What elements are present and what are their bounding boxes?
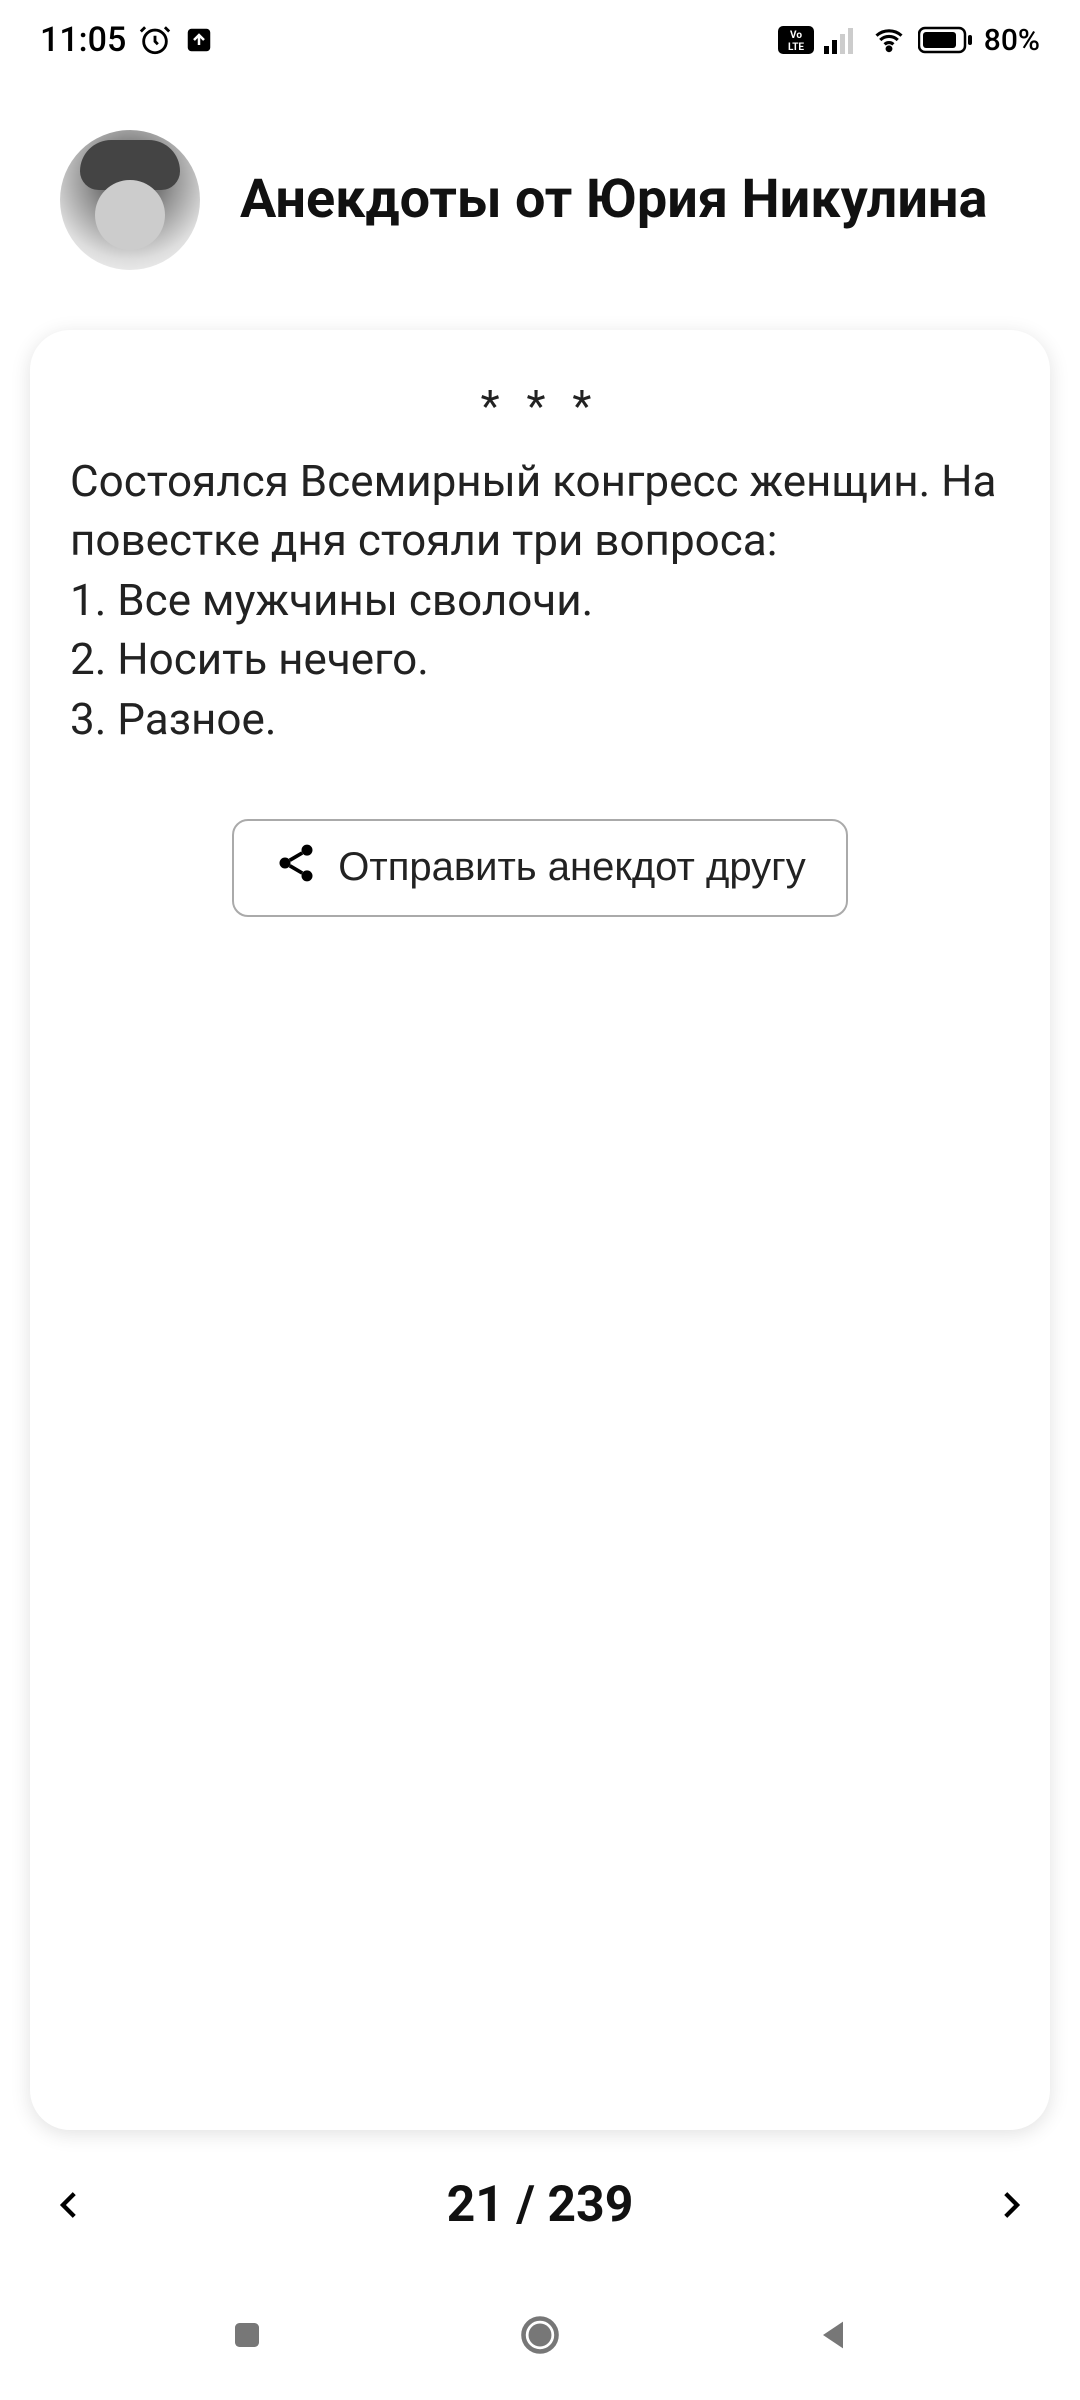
battery-icon [918, 25, 974, 55]
nav-recent-button[interactable] [217, 2305, 277, 2365]
app-header: Анекдоты от Юрия Никулина [0, 80, 1080, 310]
joke-card[interactable]: * * * Состоялся Всемирный конгресс женщи… [30, 330, 1050, 2130]
alarm-icon [138, 23, 172, 57]
signal-icon [824, 26, 860, 54]
joke-text: Состоялся Всемирный конгресс женщин. На … [70, 452, 1010, 749]
nav-back-button[interactable] [803, 2305, 863, 2365]
pager-prev-button[interactable] [40, 2175, 100, 2235]
battery-percentage: 80% [984, 23, 1040, 58]
page-title: Анекдоты от Юрия Никулина [240, 166, 987, 234]
status-time: 11:05 [40, 20, 126, 60]
status-bar: 11:05 Vo LTE [0, 0, 1080, 80]
wifi-icon [870, 25, 908, 55]
svg-text:LTE: LTE [788, 42, 804, 53]
pager-next-button[interactable] [980, 2175, 1040, 2235]
joke-separator-stars: * * * [70, 380, 1010, 432]
status-right: Vo LTE [778, 23, 1040, 58]
pager-count: 21 / 239 [447, 2176, 634, 2234]
pager: 21 / 239 [0, 2140, 1080, 2270]
author-avatar [60, 130, 200, 270]
volte-icon: Vo LTE [778, 26, 814, 54]
share-button-label: Отправить анекдот другу [338, 845, 805, 890]
share-icon [274, 841, 318, 895]
svg-text:Vo: Vo [790, 30, 802, 41]
share-button[interactable]: Отправить анекдот другу [232, 819, 847, 917]
upload-icon [184, 25, 214, 55]
status-left: 11:05 [40, 20, 214, 60]
nav-home-button[interactable] [510, 2305, 570, 2365]
system-nav-bar [0, 2270, 1080, 2400]
